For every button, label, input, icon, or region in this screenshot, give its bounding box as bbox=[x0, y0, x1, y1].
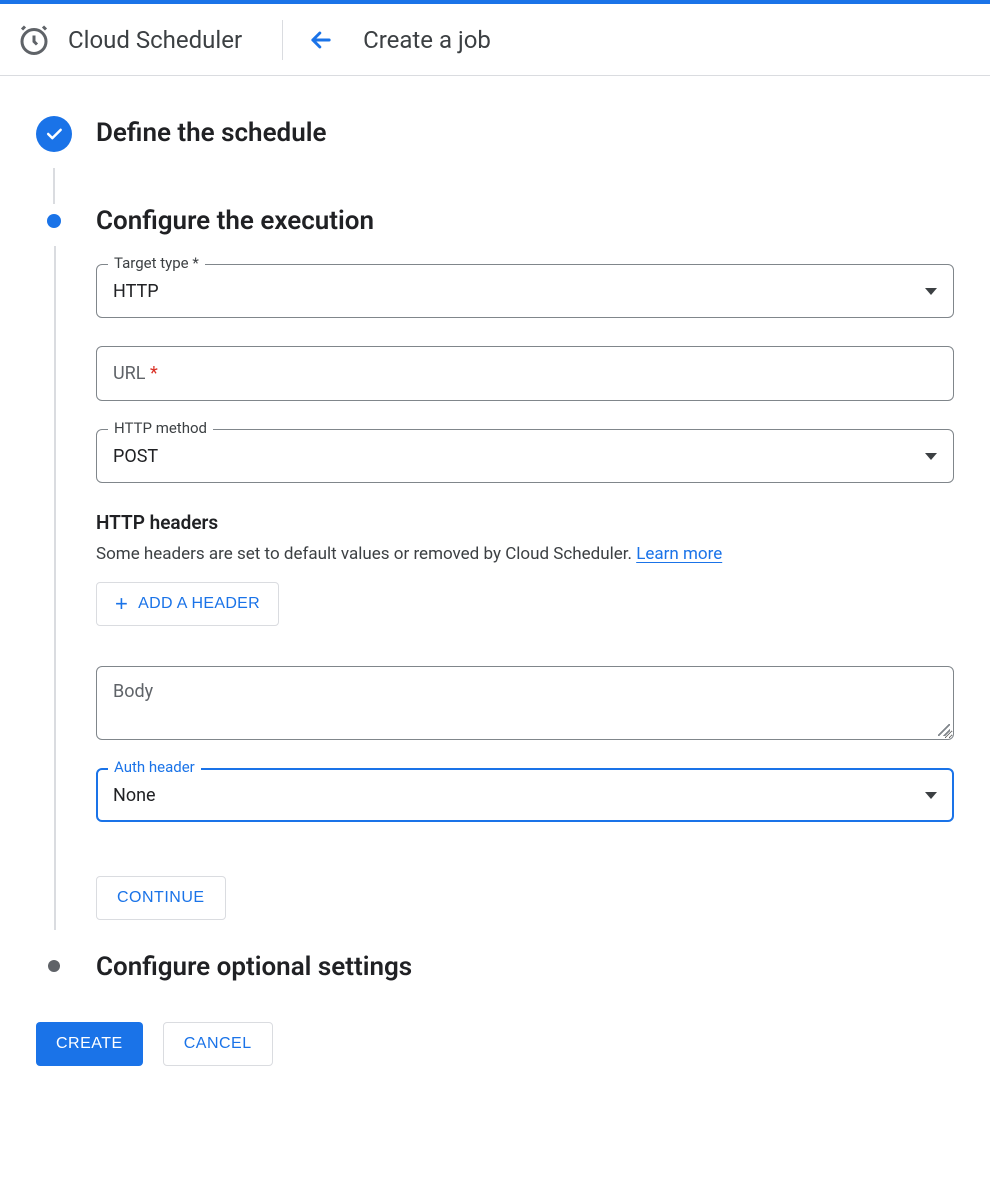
header-divider bbox=[282, 20, 283, 60]
cancel-button[interactable]: CANCEL bbox=[163, 1022, 273, 1066]
http-method-value: POST bbox=[113, 446, 158, 467]
main-content: Define the schedule Configure the execut… bbox=[0, 76, 990, 1106]
http-method-label: HTTP method bbox=[108, 419, 213, 437]
step-indicator-active bbox=[36, 204, 72, 228]
footer-actions: CREATE CANCEL bbox=[36, 1022, 954, 1066]
http-headers-desc: Some headers are set to default values o… bbox=[96, 544, 954, 564]
step-optional-settings[interactable]: Configure optional settings bbox=[36, 950, 954, 1002]
add-header-button[interactable]: + ADD A HEADER bbox=[96, 582, 279, 626]
step-indicator-completed bbox=[36, 116, 72, 152]
chevron-down-icon bbox=[925, 792, 937, 799]
chevron-down-icon bbox=[925, 453, 937, 460]
execution-form: Target type * HTTP URL * HTTP method POS… bbox=[36, 256, 954, 940]
page-title: Create a job bbox=[363, 26, 491, 54]
http-headers-heading: HTTP headers bbox=[96, 511, 954, 534]
create-button[interactable]: CREATE bbox=[36, 1022, 143, 1066]
step-title-optional: Configure optional settings bbox=[96, 950, 954, 982]
header-breadcrumb: Create a job bbox=[307, 26, 491, 54]
back-arrow-icon[interactable] bbox=[307, 26, 335, 54]
learn-more-link[interactable]: Learn more bbox=[636, 544, 722, 564]
step-title-define: Define the schedule bbox=[96, 116, 954, 148]
body-textarea[interactable]: Body bbox=[96, 666, 954, 740]
plus-icon: + bbox=[115, 593, 128, 615]
step-title-execution: Configure the execution bbox=[96, 204, 954, 236]
step-connector bbox=[53, 168, 55, 204]
step-indicator-pending bbox=[36, 950, 72, 972]
continue-button[interactable]: CONTINUE bbox=[96, 876, 226, 920]
step-configure-execution: Configure the execution bbox=[36, 204, 954, 256]
pending-dot-icon bbox=[48, 960, 60, 972]
header-product: Cloud Scheduler bbox=[16, 22, 282, 58]
http-method-field[interactable]: HTTP method POST bbox=[96, 429, 954, 483]
page-header: Cloud Scheduler Create a job bbox=[0, 4, 990, 76]
auth-header-label: Auth header bbox=[108, 758, 201, 776]
target-type-value: HTTP bbox=[113, 281, 159, 302]
url-field[interactable]: URL * bbox=[96, 346, 954, 401]
auth-header-value: None bbox=[113, 785, 156, 806]
checkmark-icon bbox=[36, 116, 72, 152]
auth-header-field[interactable]: Auth header None bbox=[96, 768, 954, 822]
product-title: Cloud Scheduler bbox=[68, 26, 242, 54]
scheduler-clock-icon bbox=[16, 22, 52, 58]
step-define-schedule[interactable]: Define the schedule bbox=[36, 116, 954, 168]
active-dot-icon bbox=[47, 214, 61, 228]
target-type-field[interactable]: Target type * HTTP bbox=[96, 264, 954, 318]
body-placeholder: Body bbox=[113, 681, 153, 702]
url-label: URL * bbox=[113, 363, 158, 384]
target-type-label: Target type * bbox=[108, 254, 205, 272]
chevron-down-icon bbox=[925, 288, 937, 295]
